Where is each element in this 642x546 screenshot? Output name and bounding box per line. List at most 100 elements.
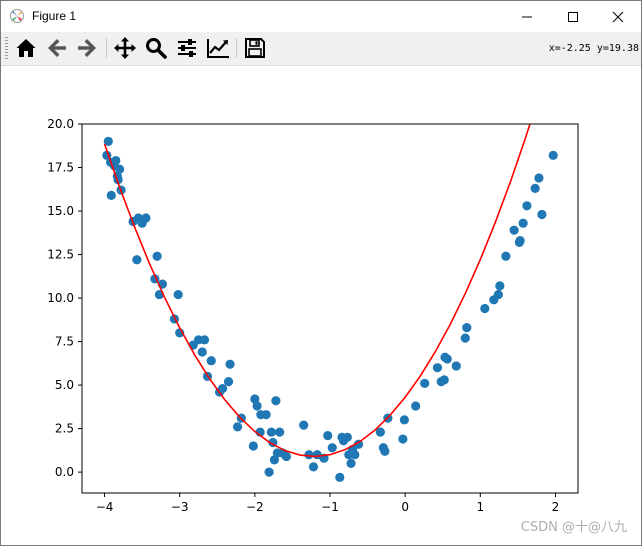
scatter-point [114,164,125,174]
home-icon [16,39,36,57]
maximize-button[interactable] [550,1,596,32]
navigation-toolbar: x=-2.25 y=19.38 [1,32,641,66]
scatter-point [106,190,116,200]
configure-subplots-button[interactable] [174,35,200,61]
magnifier-icon [146,38,167,59]
edit-axis-button[interactable] [205,35,231,61]
scatter-point [232,422,243,432]
scatter-point [534,173,544,183]
minimize-icon [522,16,532,17]
toolbar-separator [106,38,107,58]
scatter-point [530,183,540,194]
maximize-icon [568,11,578,22]
arrow-right-icon [78,39,96,57]
scatter-point [275,427,285,437]
scatter-point [248,441,258,451]
y-tick-label: 0.0 [55,465,74,479]
scatter-point [480,303,490,314]
close-button[interactable] [595,1,641,32]
scatter-point [271,396,281,406]
scatter-point [261,410,271,420]
scatter-point [432,363,443,373]
y-tick-label: 2.5 [55,422,74,436]
scatter-point [141,213,151,223]
toolbar-separator [236,38,237,58]
scatter-point [495,281,505,291]
scatter-point [206,356,216,366]
scatter-plot[interactable]: −4 −3 −2 −1 0 1 20.02.55.07.510.012.515.017.52… [1,66,641,545]
scatter-point [411,401,421,411]
matplotlib-app-icon [10,9,24,23]
scatter-point [111,155,121,166]
zoom-button[interactable] [143,35,169,61]
scatter-point [518,218,528,228]
x-tick-label: 1 [476,500,484,514]
scatter-point [537,209,547,220]
minimize-button[interactable] [504,1,550,32]
y-tick-label: 12.5 [47,248,74,262]
scatter-point [501,251,511,261]
y-tick-label: 10.0 [47,291,74,305]
scatter-point [225,359,235,369]
scatter-point [281,451,292,462]
scatter-point [462,323,472,333]
sliders-icon [178,39,196,57]
x-tick-label: 0 [401,500,409,514]
scatter-point [350,450,360,460]
y-tick-label: 7.5 [55,335,74,349]
scatter-point [442,354,452,364]
scatter-point [323,430,333,441]
figure-canvas[interactable]: −4 −3 −2 −1 0 1 2 0.0 2.5 5.0 7.5 10.0 12.5 15.0 17.5 2… [1,66,641,545]
y-tick-label: 15.0 [47,204,74,218]
x-tick-label: −3 [171,500,189,514]
home-button[interactable] [13,35,39,61]
scatter-point [264,467,274,477]
scatter-point [197,347,207,357]
scatter-point [342,432,352,442]
scatter-point [451,361,461,371]
save-button[interactable] [242,35,268,61]
scatter-point [548,150,558,160]
scatter-point [460,333,470,343]
toolbar-grip[interactable] [5,37,8,59]
y-tick-label: 17.5 [47,161,74,175]
y-tick-label: 5.0 [55,378,74,392]
scatter-point [509,225,519,235]
move-icon [114,37,136,59]
x-tick-label: −4 [96,500,114,514]
arrow-left-icon [48,39,66,57]
back-button[interactable] [44,35,70,61]
x-tick-label: −1 [321,500,339,514]
scatter-point [335,472,345,482]
scatter-point [420,378,430,388]
csdn-watermark: CSDN @十@八九 [520,520,627,535]
scatter-point [515,236,525,246]
scatter-point [199,335,210,345]
scatter-point [299,420,309,430]
window-title: Figure 1 [32,9,77,23]
y-tick-label: 20.0 [47,117,74,131]
scatter-point [308,462,319,472]
pan-button[interactable] [112,35,138,61]
scatter-point [152,251,162,261]
scatter-point [252,401,262,411]
scatter-point [327,443,337,453]
scatter-point [346,458,356,469]
scatter-point [132,255,142,265]
floppy-disk-icon [245,38,265,58]
fit-line [103,124,531,458]
scatter-point [493,289,503,300]
scatter-point [439,375,449,385]
close-icon [612,11,624,22]
x-tick-label: −2 [246,500,264,514]
figure-window: Figure 1 x=-2.25 y=19.38 −4 −3 −2 −1 0 1… [0,0,642,546]
scatter-point [223,377,234,387]
title-bar[interactable]: Figure 1 [1,1,641,32]
scatter-point [398,434,408,444]
scatter-point [304,450,314,460]
x-tick-label: 2 [552,500,560,514]
scatter-point [173,289,183,300]
line-chart-icon [207,39,229,58]
forward-button[interactable] [74,35,100,61]
scatter-point [266,427,276,437]
